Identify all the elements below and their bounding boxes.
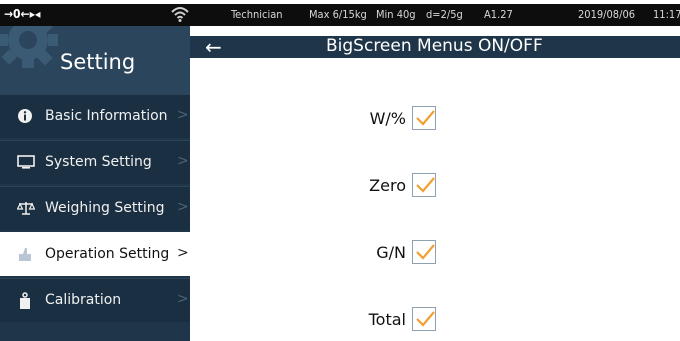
weight-icon	[17, 292, 33, 314]
sidebar-item-basic-information[interactable]: Basic Information >	[0, 94, 190, 138]
sidebar-header: Setting	[0, 26, 190, 94]
firmware-version: A1.27	[484, 8, 513, 21]
back-arrow-icon[interactable]: ←	[205, 35, 222, 59]
option-zero[interactable]: Zero	[300, 173, 436, 199]
checkmark-icon	[416, 177, 435, 193]
status-time: 11:17	[653, 8, 680, 21]
checkbox[interactable]	[412, 106, 436, 130]
sidebar-item-system-setting[interactable]: System Setting >	[0, 140, 190, 184]
checkbox[interactable]	[412, 240, 436, 264]
status-symbols: →0←▸◂	[4, 7, 41, 21]
wifi-icon	[170, 5, 190, 26]
division-value: d=2/5g	[426, 8, 463, 21]
checkbox[interactable]	[412, 307, 436, 331]
option-label: W/%	[369, 109, 406, 128]
chevron-right-icon: >	[177, 245, 189, 261]
option-w-percent[interactable]: W/%	[300, 106, 436, 132]
option-label: Total	[368, 310, 406, 329]
user-role: Technician	[231, 8, 283, 21]
scale-icon	[16, 200, 36, 220]
max-capacity: Max 6/15kg	[309, 8, 367, 21]
checkmark-icon	[416, 311, 435, 327]
page-title: BigScreen Menus ON/OFF	[326, 36, 543, 56]
option-label: Zero	[369, 176, 406, 195]
option-total[interactable]: Total	[300, 307, 436, 333]
status-bar: →0←▸◂ Technician Max 6/15kg Min 40g d=2/…	[0, 4, 680, 26]
chevron-right-icon: >	[177, 153, 189, 169]
sidebar: Setting Basic Information > System Setti…	[0, 26, 190, 341]
min-capacity: Min 40g	[376, 8, 416, 21]
info-icon	[17, 108, 33, 128]
option-label: G/N	[376, 243, 406, 262]
checkmark-icon	[416, 110, 435, 126]
sidebar-item-label: Weighing Setting	[45, 200, 165, 216]
sidebar-item-weighing-setting[interactable]: Weighing Setting >	[0, 186, 190, 230]
sidebar-item-label: Calibration	[45, 292, 122, 308]
page-header: ← BigScreen Menus ON/OFF	[190, 35, 680, 59]
status-date: 2019/08/06	[578, 8, 636, 21]
sidebar-title: Setting	[60, 50, 136, 74]
sidebar-item-operation-setting[interactable]: Operation Setting >	[0, 232, 190, 276]
checkbox[interactable]	[412, 173, 436, 197]
monitor-icon	[17, 154, 35, 174]
hand-icon	[17, 246, 33, 266]
option-g-n[interactable]: G/N	[300, 240, 436, 266]
chevron-right-icon: >	[177, 199, 189, 215]
chevron-right-icon: >	[177, 107, 189, 123]
sidebar-item-label: Basic Information	[45, 108, 168, 124]
sidebar-item-calibration[interactable]: Calibration >	[0, 278, 190, 322]
chevron-right-icon: >	[177, 291, 189, 307]
checkmark-icon	[416, 244, 435, 260]
sidebar-item-label: System Setting	[45, 154, 152, 170]
sidebar-item-label: Operation Setting	[45, 246, 170, 262]
